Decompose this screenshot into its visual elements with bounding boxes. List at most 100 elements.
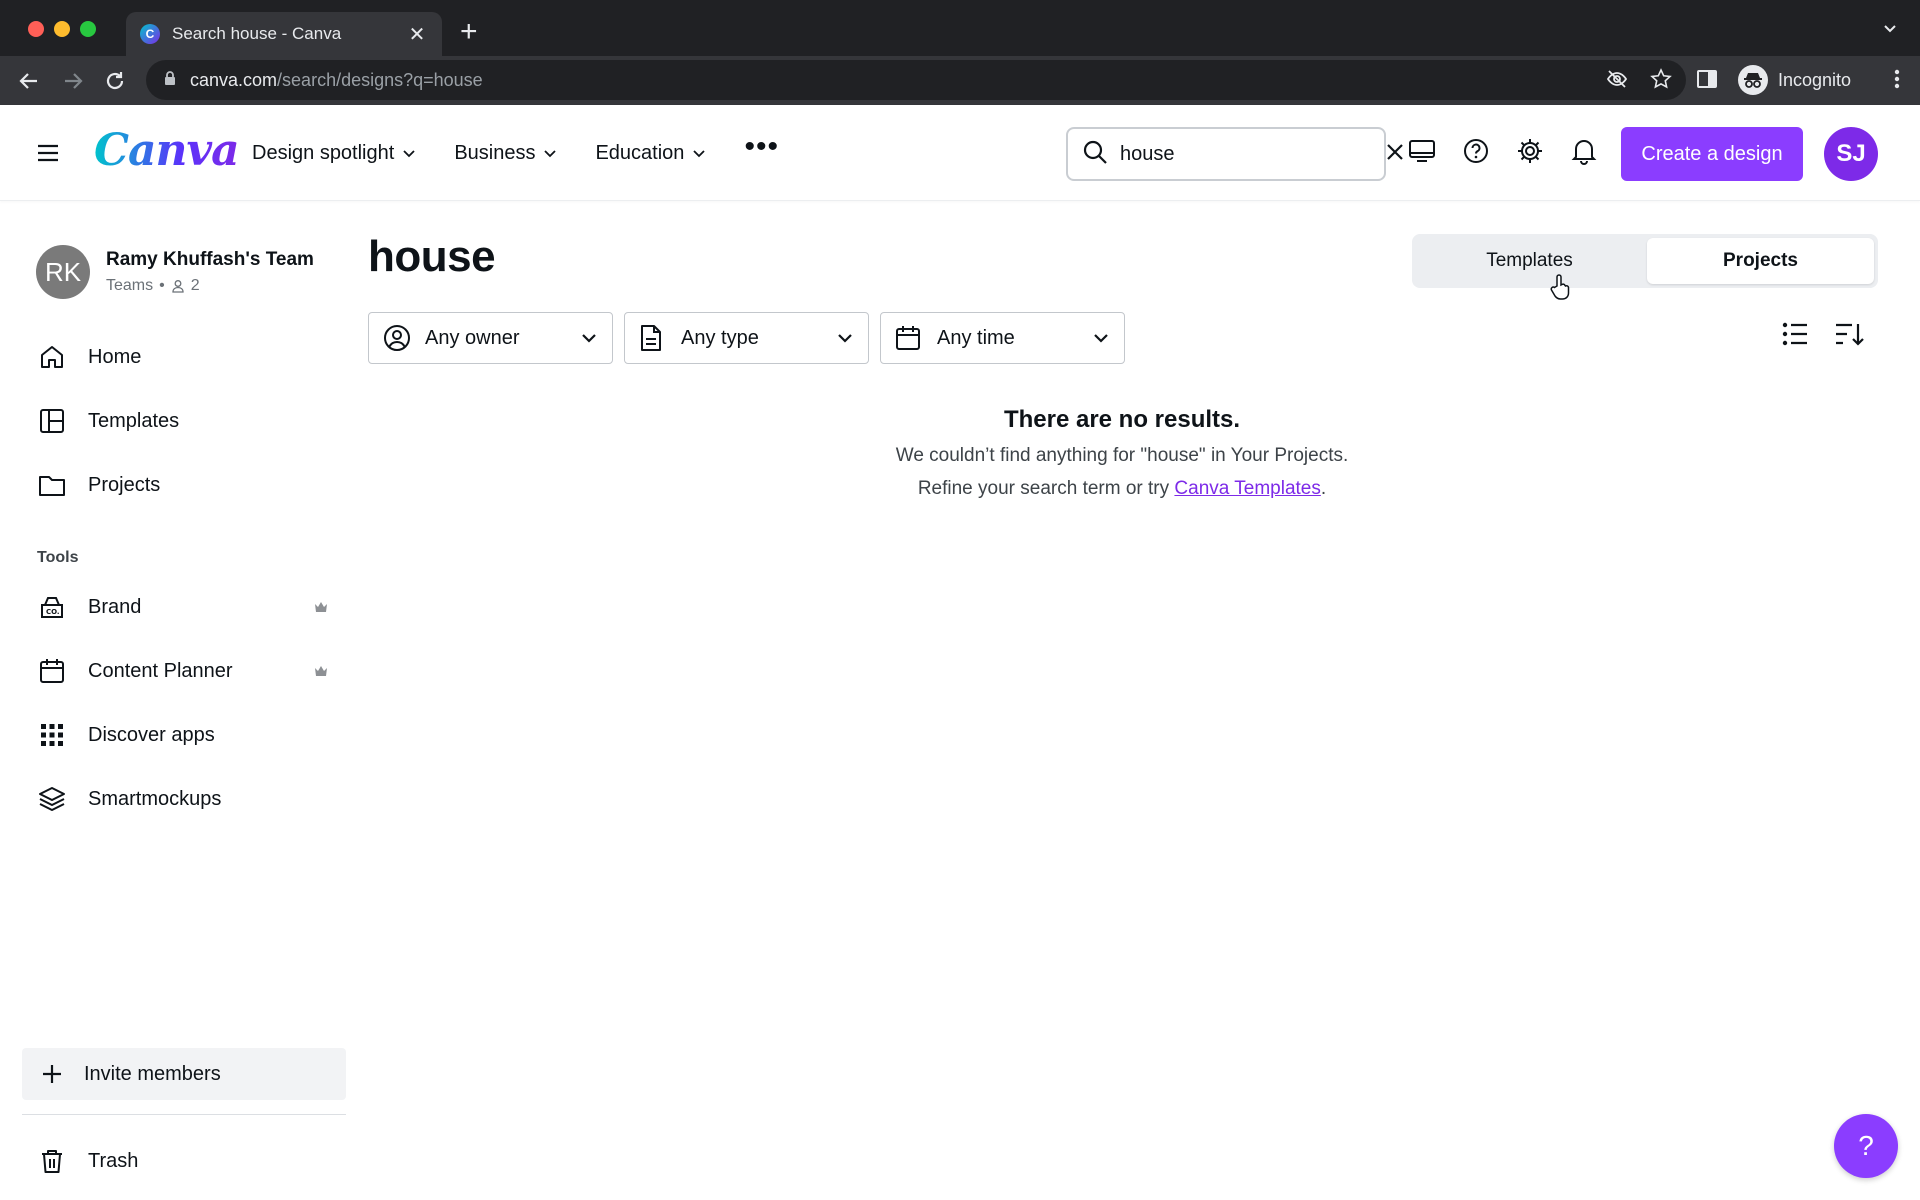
browser-chrome: C Search house - Canva ✕ + canva.com/sea… [0, 0, 1920, 105]
help-button[interactable]: ? [1834, 1114, 1898, 1178]
tab-templates[interactable]: Templates [1416, 238, 1643, 284]
invite-members-button[interactable]: Invite members [22, 1048, 346, 1100]
crown-icon [314, 596, 328, 619]
sidebar-item-trash[interactable]: Trash [22, 1129, 346, 1193]
sidebar-item-content-planner[interactable]: Content Planner [22, 639, 342, 703]
bookmark-star-icon[interactable] [1650, 68, 1672, 95]
canva-logo[interactable]: Canva [94, 125, 240, 176]
settings-gear-icon[interactable] [1514, 135, 1546, 167]
trash-icon [38, 1147, 66, 1175]
chevron-down-icon [1094, 334, 1108, 343]
chevron-down-icon [838, 334, 852, 343]
address-bar[interactable]: canva.com/search/designs?q=house [146, 60, 1686, 100]
nav-label: Education [595, 141, 685, 164]
tab-projects[interactable]: Projects [1647, 238, 1874, 284]
folder-icon [38, 471, 66, 499]
help-icon[interactable] [1460, 135, 1492, 167]
view-controls [1782, 322, 1864, 351]
filter-label: Any owner [425, 326, 520, 349]
search-box [1066, 127, 1403, 181]
url-host: canva.com [190, 69, 278, 90]
calendar-icon [895, 325, 923, 351]
browser-menu-icon[interactable] [1894, 68, 1900, 95]
tools-nav: CO. Brand Content Planner Discover apps [22, 575, 342, 831]
chevron-down-icon [693, 150, 706, 158]
browser-toolbar: canva.com/search/designs?q=house Incogni… [0, 56, 1920, 105]
sidebar-item-templates[interactable]: Templates [22, 389, 342, 453]
sidebar-item-label: Discover apps [88, 723, 215, 746]
reload-icon[interactable] [100, 66, 130, 96]
filter-bar: Any owner Any type Any time [368, 312, 1125, 364]
sidebar-item-label: Brand [88, 595, 142, 618]
sidebar-item-projects[interactable]: Projects [22, 453, 342, 517]
members-icon [172, 280, 184, 293]
time-filter-dropdown[interactable]: Any time [880, 312, 1125, 364]
search-icon [1082, 139, 1108, 170]
sidebar: RK Ramy Khuffash's Team Teams • 2 Home T… [0, 201, 360, 1200]
sidebar-item-label: Smartmockups [88, 787, 222, 810]
new-tab-icon[interactable]: + [460, 14, 478, 50]
notification-bell-icon[interactable] [1568, 135, 1600, 167]
maximize-window-button[interactable] [80, 21, 96, 37]
sidebar-item-label: Templates [88, 409, 180, 432]
sidebar-item-label: Projects [88, 473, 161, 496]
suggestion-suffix: . [1320, 478, 1327, 499]
sidebar-item-smartmockups[interactable]: Smartmockups [22, 767, 342, 831]
nav-business[interactable]: Business [454, 142, 557, 165]
team-name: Ramy Khuffash's Team [106, 249, 314, 270]
search-scope-toggle: Templates Projects [1412, 234, 1878, 288]
filter-label: Any time [937, 326, 1015, 349]
eye-slash-icon[interactable] [1606, 68, 1628, 95]
lock-icon [164, 70, 176, 91]
minimize-window-button[interactable] [54, 21, 70, 37]
desktop-app-icon[interactable] [1406, 135, 1438, 167]
owner-filter-dropdown[interactable]: Any owner [368, 312, 613, 364]
sidebar-item-discover-apps[interactable]: Discover apps [22, 703, 342, 767]
sidebar-item-brand[interactable]: CO. Brand [22, 575, 342, 639]
sidebar-divider [22, 1114, 346, 1115]
nav-label: Business [454, 141, 536, 164]
plus-icon [40, 1062, 64, 1086]
user-avatar[interactable]: SJ [1824, 127, 1878, 181]
member-count: 2 [190, 277, 200, 294]
profile-button[interactable]: Incognito [1738, 62, 1851, 98]
profile-label: Incognito [1778, 69, 1852, 90]
browser-tab-active[interactable]: C Search house - Canva ✕ [126, 12, 442, 56]
team-separator: • [159, 277, 165, 294]
tab-search-chevron-icon[interactable] [1882, 20, 1898, 41]
more-menu-icon[interactable]: ••• [744, 132, 779, 162]
tab-close-icon[interactable]: ✕ [406, 22, 428, 47]
type-filter-dropdown[interactable]: Any type [624, 312, 869, 364]
team-avatar: RK [36, 245, 90, 299]
suggestion-prefix: Refine your search term or try [917, 478, 1175, 499]
close-window-button[interactable] [28, 21, 44, 37]
sidebar-item-label: Home [88, 345, 142, 368]
canva-templates-link[interactable]: Canva Templates [1174, 478, 1320, 499]
brand-icon: CO. [38, 593, 66, 621]
empty-state-suggestion: Refine your search term or try Canva Tem… [368, 478, 1876, 500]
list-view-icon[interactable] [1782, 322, 1808, 351]
nav-design-spotlight[interactable]: Design spotlight [252, 142, 416, 165]
team-switcher[interactable]: RK Ramy Khuffash's Team Teams • 2 [36, 245, 314, 299]
incognito-icon [1738, 65, 1768, 95]
owner-icon [383, 324, 411, 352]
canva-favicon-icon: C [140, 24, 160, 44]
search-input[interactable] [1120, 142, 1385, 166]
clear-search-icon[interactable] [1385, 142, 1405, 167]
nav-label: Design spotlight [252, 141, 395, 164]
hamburger-menu-icon[interactable] [34, 139, 62, 167]
hand-pointer-cursor-icon [1550, 274, 1572, 305]
sidebar-item-home[interactable]: Home [22, 325, 342, 389]
create-design-button[interactable]: Create a design [1621, 127, 1803, 181]
nav-education[interactable]: Education [595, 142, 706, 165]
empty-state-message: We couldn’t find anything for "house" in… [895, 445, 1349, 466]
back-arrow-icon[interactable] [14, 66, 44, 96]
primary-nav: Home Templates Projects [22, 325, 342, 517]
page-title: house [368, 232, 496, 281]
sort-icon[interactable] [1834, 322, 1864, 351]
forward-arrow-icon[interactable] [58, 66, 88, 96]
side-panel-icon[interactable] [1696, 68, 1718, 95]
crown-icon [314, 660, 328, 683]
url-path: /search/designs?q=house [277, 69, 483, 90]
templates-icon [38, 407, 66, 435]
